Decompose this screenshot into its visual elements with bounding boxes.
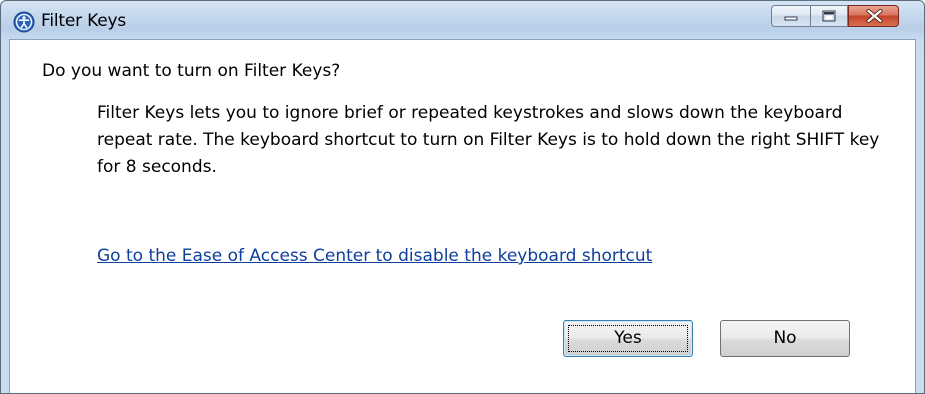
no-button[interactable]: No [720, 320, 850, 357]
no-button-label: No [773, 328, 797, 348]
maximize-icon [822, 10, 836, 22]
close-icon [866, 9, 883, 23]
close-button[interactable] [848, 5, 899, 27]
yes-button-label: Yes [614, 328, 642, 348]
ease-of-access-icon [13, 11, 35, 33]
dialog-question: Do you want to turn on Filter Keys? [42, 61, 341, 81]
minimize-icon [784, 16, 798, 21]
title-bar[interactable]: Filter Keys [1, 1, 924, 41]
minimize-button[interactable] [771, 5, 811, 27]
ease-of-access-center-link[interactable]: Go to the Ease of Access Center to disab… [97, 246, 652, 266]
yes-button[interactable]: Yes [563, 320, 693, 357]
maximize-button[interactable] [811, 5, 848, 27]
dialog-description: Filter Keys lets you to ignore brief or … [97, 103, 880, 177]
window-title: Filter Keys [41, 11, 126, 31]
